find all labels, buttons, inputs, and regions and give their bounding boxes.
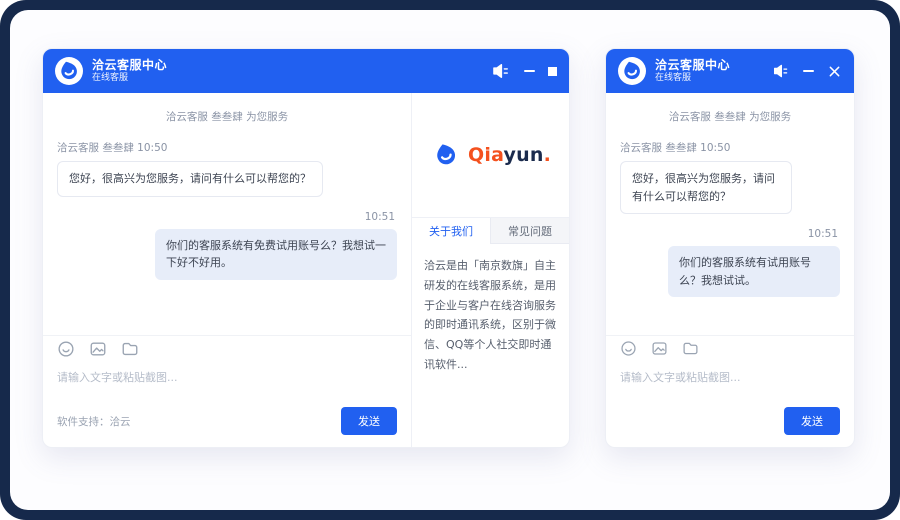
mobile-header-titles: 洽云客服中心 在线客服 <box>655 58 730 84</box>
qiayun-drop-logo-icon <box>55 57 83 85</box>
about-us-text: 洽云是由「南京数旗」自主研发的在线客服系统，是用于企业与客户在线咨询服务的即时通… <box>412 244 569 387</box>
qiayun-drop-logo-icon <box>618 57 646 85</box>
desktop-header-titles: 洽云客服中心 在线客服 <box>92 58 167 84</box>
user-message-time: 10:51 <box>59 211 395 223</box>
tab-about-us[interactable]: 关于我们 <box>412 218 490 244</box>
file-upload-icon[interactable] <box>682 340 699 357</box>
agent-message-row: 您好，很高兴为您服务，请问有什么可以帮您的？ <box>57 161 397 197</box>
mobile-chat-window: 洽云客服中心 在线客服 洽云客服 叁叁肆 为您服务 洽云客服 叁叁肆 10:50… <box>605 48 855 448</box>
composer-toolbar <box>606 335 854 361</box>
agent-message-bubble: 您好，很高兴为您服务，请问有什么可以帮您的？ <box>620 161 792 214</box>
user-message-time: 10:51 <box>622 228 838 240</box>
user-message-row: 你们的客服系统有试用账号么？我想试试。 <box>620 246 840 297</box>
window-subtitle: 在线客服 <box>655 73 730 84</box>
minimize-icon[interactable] <box>803 70 814 72</box>
user-message-bubble: 你们的客服系统有免费试用账号么？我想试一下好不好用。 <box>155 229 397 280</box>
desktop-message-list: 洽云客服 叁叁肆 为您服务 洽云客服 叁叁肆 10:50 您好，很高兴为您服务，… <box>43 93 411 333</box>
desktop-chat-window: 洽云客服中心 在线客服 洽云客服 叁叁肆 为您服务 洽云客服 叁叁肆 10:50… <box>42 48 570 448</box>
sound-toggle-icon[interactable] <box>491 61 511 81</box>
agent-message-bubble: 您好，很高兴为您服务，请问有什么可以帮您的？ <box>57 161 323 197</box>
desktop-window-header: 洽云客服中心 在线客服 <box>43 49 569 93</box>
info-side-panel: Qiayun. 关于我们 常见问题 洽云是由「南京数旗」自主研发的在线客服系统，… <box>411 93 569 447</box>
info-tab-bar: 关于我们 常见问题 <box>412 217 569 244</box>
mobile-window-controls <box>772 62 842 80</box>
mobile-composer-footer: 发送 <box>606 403 854 447</box>
page-canvas: 洽云客服中心 在线客服 洽云客服 叁叁肆 为您服务 洽云客服 叁叁肆 10:50… <box>10 10 890 510</box>
close-icon[interactable] <box>827 64 842 79</box>
brand-logo-area: Qiayun. <box>412 93 569 217</box>
agent-message-row: 您好，很高兴为您服务，请问有什么可以帮您的？ <box>620 161 840 214</box>
image-upload-icon[interactable] <box>651 340 668 357</box>
emoji-icon[interactable] <box>57 340 75 358</box>
file-upload-icon[interactable] <box>121 340 139 358</box>
send-button[interactable]: 发送 <box>784 407 840 435</box>
tab-faq[interactable]: 常见问题 <box>490 218 569 244</box>
composer-toolbar <box>43 335 411 361</box>
support-text: 软件支持：洽云 <box>57 414 131 429</box>
mobile-chat-column: 洽云客服 叁叁肆 为您服务 洽云客服 叁叁肆 10:50 您好，很高兴为您服务，… <box>606 93 854 447</box>
mobile-window-body: 洽云客服 叁叁肆 为您服务 洽云客服 叁叁肆 10:50 您好，很高兴为您服务，… <box>606 93 854 447</box>
minimize-icon[interactable] <box>524 70 535 72</box>
desktop-window-body: 洽云客服 叁叁肆 为您服务 洽云客服 叁叁肆 10:50 您好，很高兴为您服务，… <box>43 93 569 447</box>
desktop-window-controls <box>491 61 557 81</box>
window-title: 洽云客服中心 <box>655 58 730 73</box>
desktop-composer-footer: 软件支持：洽云 发送 <box>43 403 411 447</box>
message-input[interactable] <box>43 361 411 403</box>
desktop-chat-column: 洽云客服 叁叁肆 为您服务 洽云客服 叁叁肆 10:50 您好，很高兴为您服务，… <box>43 93 411 447</box>
user-message-bubble: 你们的客服系统有试用账号么？我想试试。 <box>668 246 840 297</box>
qiayun-drop-logo-icon <box>430 139 462 171</box>
service-banner: 洽云客服 叁叁肆 为您服务 <box>620 105 840 136</box>
send-button[interactable]: 发送 <box>341 407 397 435</box>
image-upload-icon[interactable] <box>89 340 107 358</box>
window-title: 洽云客服中心 <box>92 58 167 73</box>
agent-message-label: 洽云客服 叁叁肆 10:50 <box>57 140 397 155</box>
mobile-window-header: 洽云客服中心 在线客服 <box>606 49 854 93</box>
agent-message-label: 洽云客服 叁叁肆 10:50 <box>620 140 840 155</box>
page-frame: 洽云客服中心 在线客服 洽云客服 叁叁肆 为您服务 洽云客服 叁叁肆 10:50… <box>0 0 900 520</box>
emoji-icon[interactable] <box>620 340 637 357</box>
qiayun-wordmark: Qiayun. <box>468 144 551 166</box>
window-subtitle: 在线客服 <box>92 73 167 84</box>
message-input[interactable] <box>606 361 854 403</box>
service-banner: 洽云客服 叁叁肆 为您服务 <box>57 105 397 136</box>
maximize-icon[interactable] <box>548 67 557 76</box>
sound-toggle-icon[interactable] <box>772 62 790 80</box>
user-message-row: 你们的客服系统有免费试用账号么？我想试一下好不好用。 <box>57 229 397 280</box>
mobile-message-list: 洽云客服 叁叁肆 为您服务 洽云客服 叁叁肆 10:50 您好，很高兴为您服务，… <box>606 93 854 333</box>
